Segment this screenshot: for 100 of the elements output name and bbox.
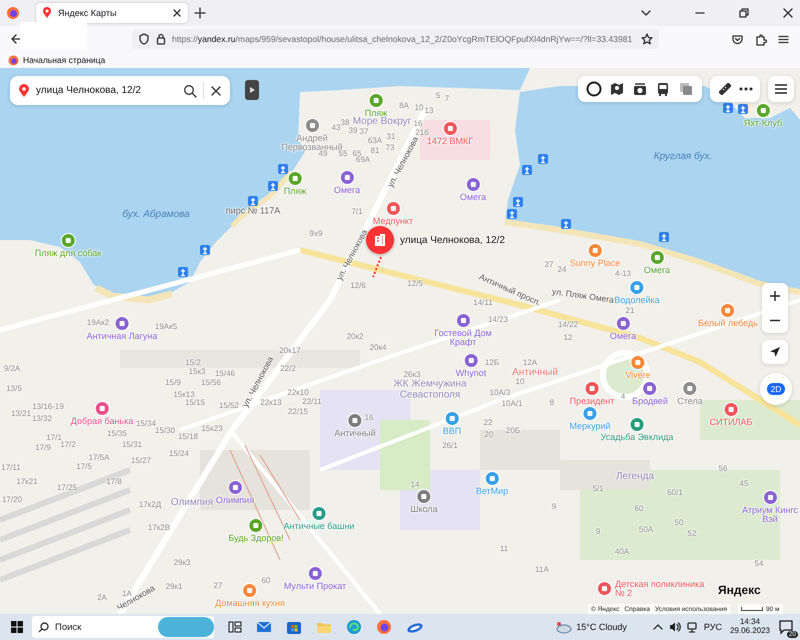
place-label[interactable]: СИТИЛАБ (710, 418, 752, 428)
url-text: https://yandex.ru/maps/959/sevastopol/house/ulitsa_chelnokova_12_2/Z0oYcgRmTElOQFpufXl4dnRjYw==/?ll=33.43981 (172, 34, 634, 44)
place-label[interactable]: Усадьба Эвклида (600, 433, 674, 442)
house-number: 17/5А (88, 454, 110, 462)
place-label[interactable]: Олимпия (216, 496, 254, 506)
anchor-icon[interactable] (268, 181, 278, 191)
place-label[interactable]: ВВП (442, 427, 462, 436)
place-label[interactable]: Пляж для собак (34, 249, 102, 258)
place-label[interactable]: Vivere (625, 371, 651, 380)
anchor-icon[interactable] (507, 209, 517, 219)
anchor-icon[interactable] (200, 245, 210, 255)
anchor-icon[interactable] (738, 104, 748, 114)
browser-tab[interactable]: Яндекс Карты (36, 3, 188, 23)
language-indicator[interactable]: РУС (704, 622, 722, 632)
place-label[interactable]: Whynot (456, 369, 486, 378)
monitor-icon[interactable] (686, 621, 698, 633)
my-location-button[interactable] (762, 340, 788, 364)
house-number: 69А (356, 156, 370, 164)
place-label[interactable]: Президент (570, 397, 614, 406)
circle-layer-icon[interactable] (586, 81, 602, 97)
star-icon[interactable] (641, 33, 653, 45)
place-label[interactable]: Омега (460, 193, 486, 202)
place-label[interactable]: Омега (644, 266, 670, 276)
place-label[interactable]: ВетМир (476, 487, 508, 496)
panel-toggle-button[interactable] (245, 80, 259, 100)
layers-icon[interactable] (678, 81, 694, 97)
place-label[interactable]: Омега (334, 186, 360, 196)
place-label[interactable]: Античная Лагуна (86, 332, 158, 342)
house-number: 38 (340, 118, 350, 127)
anchor-icon[interactable] (248, 196, 258, 206)
search-input[interactable]: Поиск (55, 622, 145, 632)
place-label[interactable]: Атриум Кингс Вэй (742, 506, 798, 525)
place-label[interactable]: Детская поликлиника № 2 (615, 580, 710, 599)
search-field[interactable]: улица Челнокова, 12/2 (10, 76, 230, 105)
mail-icon[interactable] (256, 620, 272, 634)
place-label[interactable]: Будь Здоров! (228, 534, 284, 544)
place-label[interactable]: Медпункт (372, 217, 414, 226)
place-label[interactable]: Бродвей (632, 397, 668, 406)
place-label[interactable]: Стела (677, 397, 703, 406)
house-number: 81 (370, 146, 380, 156)
place-label[interactable]: Школа (410, 505, 438, 514)
place-label[interactable]: 1472 ВМКГ (426, 137, 474, 146)
address-bar[interactable]: https://yandex.ru/maps/959/sevastopol/house/ulitsa_chelnokova_12_2/Z0oYcgRmTElOQFpufXl4dnRjYw==/?ll=33.43981 (132, 29, 659, 49)
lock-icon[interactable] (156, 33, 166, 45)
house-number: 19Ак5 (154, 322, 178, 332)
place-label[interactable]: Добрая банька (70, 417, 134, 426)
browser-swirl-icon[interactable] (346, 619, 362, 635)
weather-text[interactable]: 15°C Cloudy (576, 622, 627, 632)
anchor-icon[interactable] (561, 219, 571, 229)
place-label[interactable]: Sunny Place (570, 259, 620, 268)
house-number: 8 (550, 398, 554, 408)
pocket-icon[interactable] (731, 32, 744, 46)
anchor-icon[interactable] (278, 164, 288, 174)
close-icon[interactable] (210, 84, 222, 96)
store-bag-icon[interactable] (286, 619, 302, 635)
search-icon[interactable] (183, 84, 197, 98)
house-number: 16 (414, 120, 422, 128)
place-label[interactable]: Яхт-Клуб (744, 119, 782, 128)
house-number: 21 (626, 306, 634, 316)
bay-label: бух. Абрамова (122, 210, 190, 220)
plus-icon[interactable] (194, 7, 206, 19)
anchor-icon[interactable] (723, 103, 733, 113)
camera-icon[interactable] (632, 81, 648, 97)
close-icon[interactable] (782, 7, 794, 19)
house-number: 15/30 (154, 426, 176, 436)
speaker-icon[interactable] (668, 621, 681, 633)
firefox-logo-icon[interactable] (6, 6, 20, 20)
anchor-icon[interactable] (178, 267, 188, 277)
place-label[interactable]: Пляж (364, 109, 388, 118)
anchor-icon[interactable] (538, 154, 548, 164)
task-view-icon[interactable] (228, 620, 242, 634)
place-label[interactable]: Античный (334, 429, 376, 438)
puzzle-icon[interactable] (754, 32, 767, 46)
search-icon[interactable] (38, 622, 49, 632)
place-label[interactable]: Меркурий (569, 422, 611, 432)
windows-start-icon[interactable] (10, 620, 24, 634)
restore-icon[interactable] (738, 7, 750, 19)
house-number: 11А (535, 566, 549, 574)
close-icon[interactable] (172, 8, 182, 18)
bookmark-link[interactable]: Начальная страница (23, 55, 106, 65)
place-label[interactable]: Белый лебедь (698, 319, 758, 328)
firefox-logo-icon[interactable] (376, 619, 392, 635)
place-label[interactable]: Гостевой Дом Крафт (432, 329, 494, 348)
place-label[interactable]: Античные башни (284, 522, 354, 532)
place-label[interactable]: Мульти Прокат (284, 582, 346, 592)
chevron-up-icon[interactable] (652, 622, 663, 632)
anchor-icon[interactable] (522, 165, 532, 175)
shield-icon[interactable] (138, 33, 150, 45)
house-number: 15к3 (188, 368, 206, 376)
weather-cloud-icon[interactable] (554, 620, 572, 634)
map-layer-icon[interactable] (608, 81, 625, 97)
anchor-icon[interactable] (659, 232, 669, 242)
brand-logo: Яндекс (718, 583, 761, 597)
clock[interactable]: 14:34 29.06.2023 (730, 618, 770, 636)
place-label[interactable]: Водолейка (614, 296, 660, 306)
place-label[interactable]: Пляж (284, 187, 306, 196)
place-label[interactable]: Домашняя кухня (215, 599, 285, 608)
anchor-icon[interactable] (513, 197, 523, 207)
menu-button[interactable] (768, 76, 794, 102)
dotted-path-icon (371, 256, 385, 278)
